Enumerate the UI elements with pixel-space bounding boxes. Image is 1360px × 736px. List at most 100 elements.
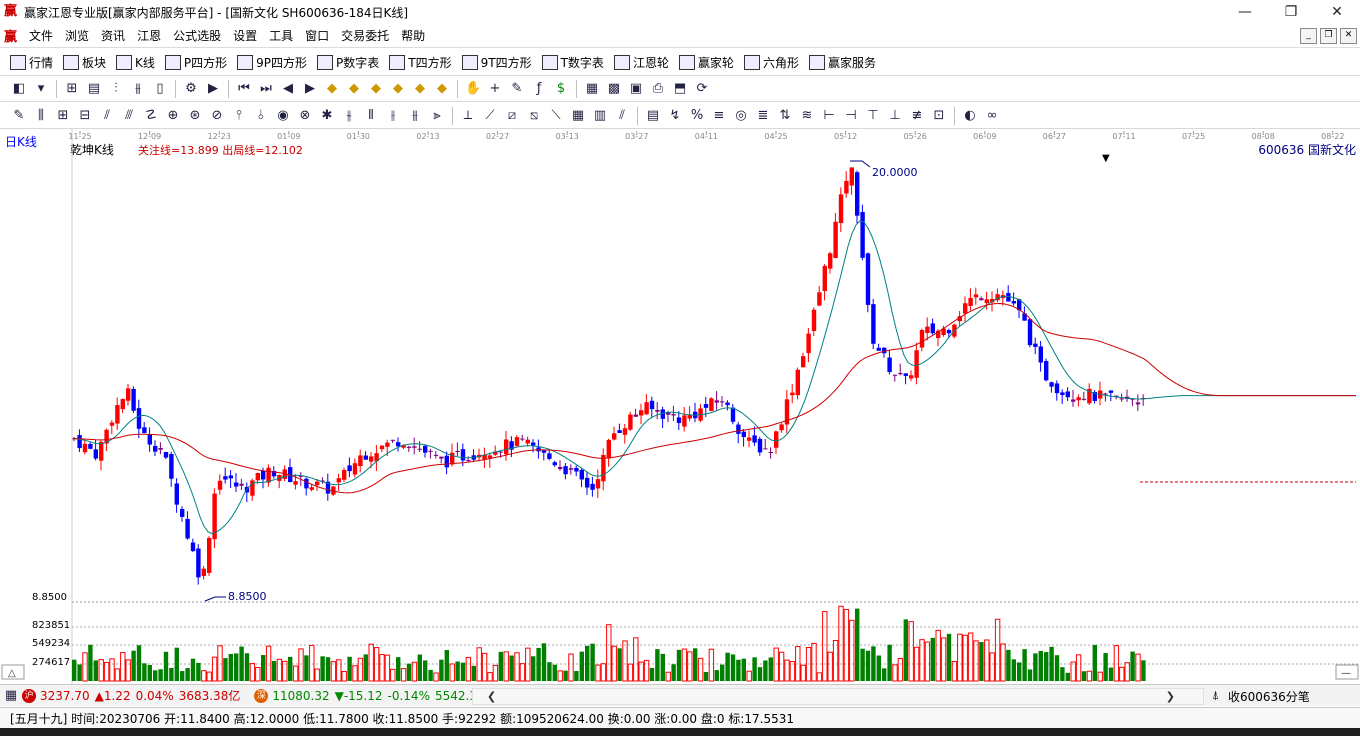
draw-tool-6-icon[interactable]: ☡	[143, 108, 159, 124]
draw-tool-39-icon[interactable]: ⊣	[843, 108, 859, 124]
restore-button[interactable]: ❐	[1268, 0, 1314, 24]
draw-tool-7-icon[interactable]: ⊕	[165, 108, 181, 124]
calendar-icon[interactable]: ▦	[584, 81, 600, 97]
draw-tool-3-icon[interactable]: ⊟	[77, 108, 93, 124]
grid-status-icon[interactable]: ▦	[3, 688, 19, 704]
draw-tool-31-icon[interactable]: ↯	[667, 108, 683, 124]
draw-tool-26-icon[interactable]: ▦	[570, 108, 586, 124]
draw-tool-11-icon[interactable]: ⫰	[253, 108, 269, 124]
scroll-left-icon[interactable]: ❮	[487, 689, 496, 704]
draw-tool-4-icon[interactable]: ⫽	[99, 108, 115, 124]
hand-icon[interactable]: ✋	[465, 81, 481, 97]
menu-help[interactable]: 帮助	[395, 27, 431, 44]
draw-tool-22-icon[interactable]: ⟋	[482, 108, 498, 124]
draw-tool-45-icon[interactable]: ◐	[962, 108, 978, 124]
draw-tool-21-icon[interactable]: ⟂	[460, 108, 476, 124]
menu-info[interactable]: 资讯	[95, 27, 131, 44]
diamond1-icon[interactable]: ◆	[324, 81, 340, 97]
menu-window[interactable]: 窗口	[299, 27, 335, 44]
draw-icon[interactable]: ✎	[509, 81, 525, 97]
menu-browse[interactable]: 浏览	[59, 27, 95, 44]
draw-tool-5-icon[interactable]: ⫻	[121, 108, 137, 124]
toolbar-tab-9[interactable]: wheel-icon江恩轮	[613, 54, 669, 71]
index-shanghai[interactable]: 沪 3237.70 ▲1.22 0.04% 3683.38亿	[22, 687, 240, 704]
calc-icon[interactable]: ▩	[606, 81, 622, 97]
draw-tool-37-icon[interactable]: ≋	[799, 108, 815, 124]
toolbar-tab-2[interactable]: candles-iconK线	[116, 54, 155, 71]
draw-tool-28-icon[interactable]: ⫽	[614, 108, 630, 124]
draw-tool-10-icon[interactable]: ⫯	[231, 108, 247, 124]
scroll-right-icon[interactable]: ❯	[1166, 689, 1175, 704]
period-icon[interactable]: ▯	[152, 81, 168, 97]
draw-tool-33-icon[interactable]: ≡	[711, 108, 727, 124]
toolbar-tab-3[interactable]: PP四方形	[164, 54, 227, 71]
formula-icon[interactable]: ƒ	[531, 81, 547, 97]
toolbar-tab-12[interactable]: dollar-icon赢家服务	[808, 54, 876, 71]
draw-tool-42-icon[interactable]: ≢	[909, 108, 925, 124]
draw-tool-19-icon[interactable]: ⫸	[429, 108, 445, 124]
diamond2-icon[interactable]: ◆	[346, 81, 362, 97]
first-icon[interactable]: ⏮	[236, 81, 252, 97]
draw-tool-1-icon[interactable]: ⫼	[33, 108, 49, 124]
draw-tool-27-icon[interactable]: ▥	[592, 108, 608, 124]
menu-file[interactable]: 文件	[23, 27, 59, 44]
doc-icon[interactable]: ▤	[86, 81, 102, 97]
diamond3-icon[interactable]: ◆	[368, 81, 384, 97]
kline-chart[interactable]: 11-25 12-09 12-23 01-09 01-30 02-13 02-27 03-13…	[0, 129, 1360, 684]
index-shenzhen[interactable]: 深 11080.32 ▼-15.12 -0.14% 5542.38	[254, 688, 485, 703]
draw-tool-14-icon[interactable]: ✱	[319, 108, 335, 124]
menu-tools[interactable]: 工具	[263, 27, 299, 44]
menu-gann[interactable]: 江恩	[131, 27, 167, 44]
settings-icon[interactable]: ⚙	[183, 81, 199, 97]
draw-tool-35-icon[interactable]: ≣	[755, 108, 771, 124]
draw-tool-18-icon[interactable]: ⫵	[407, 108, 423, 124]
draw-tool-38-icon[interactable]: ⊢	[821, 108, 837, 124]
close-button[interactable]: ✕	[1314, 0, 1360, 24]
draw-tool-2-icon[interactable]: ⊞	[55, 108, 71, 124]
mdi-restore-icon[interactable]: ❐	[1320, 28, 1337, 44]
toolbar-tab-1[interactable]: blocks-icon板块	[63, 54, 106, 71]
toolbar-tab-6[interactable]: TST四方形	[389, 54, 452, 71]
draw-tool-32-icon[interactable]: %	[689, 108, 705, 124]
toolbar-tab-0[interactable]: grid-icon行情	[10, 54, 53, 71]
draw-tool-34-icon[interactable]: ◎	[733, 108, 749, 124]
candle2-icon[interactable]: ⫵	[130, 81, 146, 97]
toolbar-tab-7[interactable]: T99T四方形	[461, 54, 532, 71]
draw-tool-9-icon[interactable]: ⊘	[209, 108, 225, 124]
export-icon[interactable]: ⬒	[672, 81, 688, 97]
draw-tool-15-icon[interactable]: ⫳	[341, 108, 357, 124]
menu-trade[interactable]: 交易委托	[335, 27, 395, 44]
draw-tool-40-icon[interactable]: ⊤	[865, 108, 881, 124]
draw-tool-24-icon[interactable]: ⧅	[526, 108, 542, 124]
draw-tool-0-icon[interactable]: ✎	[11, 108, 27, 124]
draw-tool-41-icon[interactable]: ⊥	[887, 108, 903, 124]
draw-tool-16-icon[interactable]: ⫴	[363, 108, 379, 124]
draw-tool-46-icon[interactable]: ∞	[984, 108, 1000, 124]
minimize-button[interactable]: —	[1222, 0, 1268, 24]
dropdown-icon[interactable]: ▾	[33, 81, 49, 97]
draw-tool-17-icon[interactable]: ⫲	[385, 108, 401, 124]
status-scrollbar[interactable]: ❮ ❯	[472, 688, 1204, 705]
candle-icon[interactable]: ⫶	[108, 81, 124, 97]
toolbar-tab-4[interactable]: 9P9P四方形	[237, 54, 307, 71]
mdi-minimize-icon[interactable]: _	[1300, 28, 1317, 44]
next-icon[interactable]: ▶	[302, 81, 318, 97]
draw-tool-13-icon[interactable]: ⊗	[297, 108, 313, 124]
refresh-icon[interactable]: ⟳	[694, 81, 710, 97]
chart-icon[interactable]: ⊞	[64, 81, 80, 97]
layout-icon[interactable]: ◧	[11, 81, 27, 97]
draw-tool-12-icon[interactable]: ◉	[275, 108, 291, 124]
prev-icon[interactable]: ◀	[280, 81, 296, 97]
dollar-toolbar-icon[interactable]: $	[553, 81, 569, 97]
play-icon[interactable]: ▶	[205, 81, 221, 97]
print-icon[interactable]: ⎙	[650, 81, 666, 97]
draw-tool-43-icon[interactable]: ⊡	[931, 108, 947, 124]
toolbar-tab-5[interactable]: PNP数字表	[317, 54, 379, 71]
toolbar-tab-11[interactable]: hexagon-icon六角形	[743, 54, 799, 71]
draw-tool-30-icon[interactable]: ▤	[645, 108, 661, 124]
diamond5-icon[interactable]: ◆	[412, 81, 428, 97]
tick-detail-label[interactable]: 收600636分笔	[1228, 688, 1310, 705]
draw-tool-23-icon[interactable]: ⧄	[504, 108, 520, 124]
draw-tool-36-icon[interactable]: ⇅	[777, 108, 793, 124]
crosshair-icon[interactable]: +	[487, 81, 503, 97]
